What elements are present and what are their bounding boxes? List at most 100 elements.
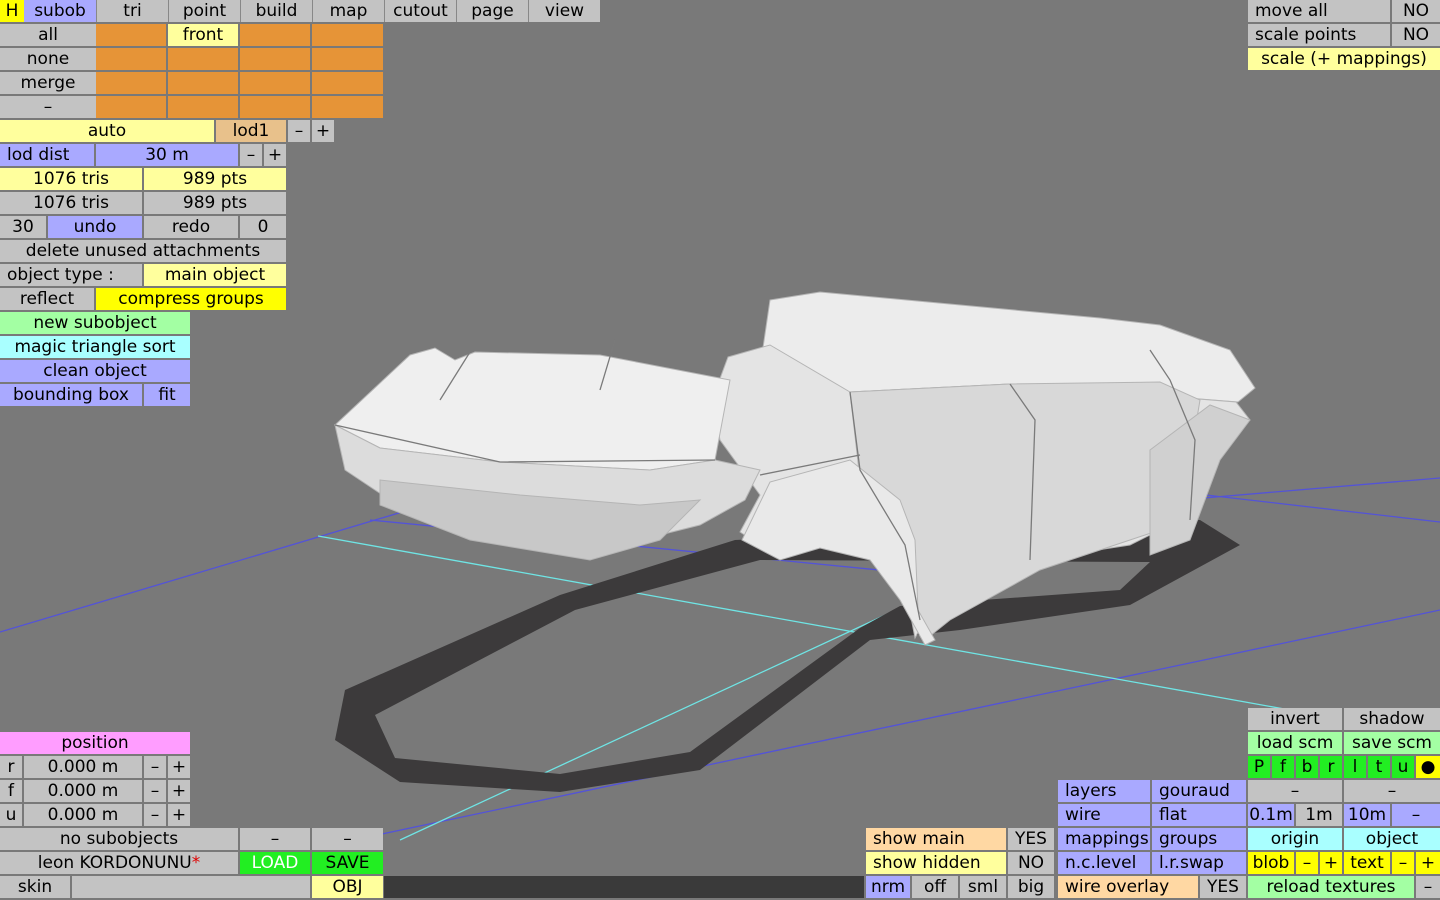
obj-button[interactable]: OBJ: [312, 876, 383, 898]
menu-cutout[interactable]: cutout: [384, 0, 456, 22]
delete-unused-attachments-button[interactable]: delete unused attachments: [0, 240, 286, 262]
subobject-slot[interactable]: [96, 24, 166, 46]
view-l-button[interactable]: l: [1344, 756, 1366, 778]
skin-field[interactable]: [72, 876, 310, 898]
position-f-plus[interactable]: +: [168, 780, 190, 802]
menu-build[interactable]: build: [240, 0, 312, 22]
subobject-slot-front[interactable]: front: [168, 24, 238, 46]
position-u-plus[interactable]: +: [168, 804, 190, 826]
reload-textures-button[interactable]: reload textures: [1248, 876, 1414, 898]
subobject-slot[interactable]: [240, 72, 310, 94]
position-u-value[interactable]: 0.000 m: [24, 804, 142, 826]
subobject-slot[interactable]: [168, 48, 238, 70]
layers-button[interactable]: layers: [1058, 780, 1150, 802]
position-f-minus[interactable]: –: [144, 780, 166, 802]
flat-button[interactable]: flat: [1152, 804, 1246, 826]
merge-button[interactable]: merge: [0, 72, 96, 94]
lod-dist-minus-button[interactable]: –: [240, 144, 262, 166]
save-button[interactable]: SAVE: [312, 852, 383, 874]
text-button[interactable]: text: [1344, 852, 1390, 874]
skin-button[interactable]: skin: [0, 876, 70, 898]
lod1-button[interactable]: lod1: [216, 120, 286, 142]
menu-page[interactable]: page: [456, 0, 528, 22]
wire-button[interactable]: wire: [1058, 804, 1150, 826]
view-b-button[interactable]: b: [1296, 756, 1318, 778]
view-r-button[interactable]: r: [1320, 756, 1342, 778]
grid-10m-button[interactable]: 10m: [1344, 804, 1390, 826]
subobject-dash-button-2[interactable]: –: [312, 828, 383, 850]
text-plus-button[interactable]: +: [1416, 852, 1440, 874]
select-all-button[interactable]: all: [0, 24, 96, 46]
subobject-slot[interactable]: [168, 72, 238, 94]
subobject-slot[interactable]: [240, 24, 310, 46]
gouraud-button[interactable]: gouraud: [1152, 780, 1246, 802]
view-f-button[interactable]: f: [1272, 756, 1294, 778]
menu-view[interactable]: view: [528, 0, 600, 22]
blob-button[interactable]: blob: [1248, 852, 1294, 874]
subobject-dash-button[interactable]: –: [240, 828, 310, 850]
lod-minus-button[interactable]: –: [288, 120, 310, 142]
subobject-slot[interactable]: [168, 96, 238, 118]
normals-off-button[interactable]: off: [912, 876, 958, 898]
subobject-slot[interactable]: [96, 48, 166, 70]
lod-plus-button[interactable]: +: [312, 120, 334, 142]
select-none-button[interactable]: none: [0, 48, 96, 70]
bounding-box-button[interactable]: bounding box: [0, 384, 142, 406]
load-button[interactable]: LOAD: [240, 852, 310, 874]
scale-mappings-button[interactable]: scale (+ mappings): [1248, 48, 1440, 70]
dash-button-left[interactable]: –: [1248, 780, 1342, 802]
groups-button[interactable]: groups: [1152, 828, 1246, 850]
show-hidden-toggle[interactable]: NO: [1008, 852, 1054, 874]
object-type-value[interactable]: main object: [144, 264, 286, 286]
view-t-button[interactable]: t: [1368, 756, 1390, 778]
grid-0-1m-button[interactable]: 0.1m: [1248, 804, 1294, 826]
view-dot-button[interactable]: ●: [1416, 756, 1440, 778]
menu-map[interactable]: map: [312, 0, 384, 22]
position-r-minus[interactable]: –: [144, 756, 166, 778]
save-scm-button[interactable]: save scm: [1344, 732, 1440, 754]
invert-button[interactable]: invert: [1248, 708, 1342, 730]
lod-auto-button[interactable]: auto: [0, 120, 214, 142]
menu-subob[interactable]: subob: [24, 0, 96, 22]
undo-button[interactable]: undo: [48, 216, 142, 238]
compress-groups-button[interactable]: compress groups: [96, 288, 286, 310]
position-r-value[interactable]: 0.000 m: [24, 756, 142, 778]
dash-button-right[interactable]: –: [1344, 780, 1440, 802]
menu-h[interactable]: H: [0, 0, 24, 22]
subobject-slot[interactable]: [96, 96, 166, 118]
view-u-button[interactable]: u: [1392, 756, 1414, 778]
nc-level-button[interactable]: n.c.level: [1058, 852, 1150, 874]
grid-1m-button[interactable]: 1m: [1296, 804, 1342, 826]
subobject-slot[interactable]: [312, 72, 383, 94]
menu-point[interactable]: point: [168, 0, 240, 22]
normals-big-button[interactable]: big: [1008, 876, 1054, 898]
clean-object-button[interactable]: clean object: [0, 360, 190, 382]
lr-swap-button[interactable]: l.r.swap: [1152, 852, 1246, 874]
blob-plus-button[interactable]: +: [1320, 852, 1342, 874]
lod-dist-plus-button[interactable]: +: [264, 144, 286, 166]
position-r-plus[interactable]: +: [168, 756, 190, 778]
subobject-slot[interactable]: [240, 96, 310, 118]
wire-overlay-toggle[interactable]: YES: [1200, 876, 1246, 898]
object-name[interactable]: leon KORDONUNU*: [0, 852, 238, 874]
normals-nrm-button[interactable]: nrm: [866, 876, 910, 898]
subobject-slot[interactable]: [312, 96, 383, 118]
scale-points-toggle[interactable]: NO: [1392, 24, 1440, 46]
reload-textures-dash-button[interactable]: –: [1416, 876, 1440, 898]
origin-button[interactable]: origin: [1248, 828, 1342, 850]
normals-sml-button[interactable]: sml: [960, 876, 1006, 898]
grid-minus-button[interactable]: –: [1392, 804, 1440, 826]
position-u-minus[interactable]: –: [144, 804, 166, 826]
fit-button[interactable]: fit: [144, 384, 190, 406]
load-scm-button[interactable]: load scm: [1248, 732, 1342, 754]
object-button[interactable]: object: [1344, 828, 1440, 850]
subobject-slot[interactable]: [240, 48, 310, 70]
redo-button[interactable]: redo: [144, 216, 238, 238]
lod-dist-value[interactable]: 30 m: [96, 144, 238, 166]
move-all-toggle[interactable]: NO: [1392, 0, 1440, 22]
subobject-slot[interactable]: [312, 24, 383, 46]
view-p-button[interactable]: P: [1248, 756, 1270, 778]
dash-button[interactable]: –: [0, 96, 96, 118]
menu-tri[interactable]: tri: [96, 0, 168, 22]
subobject-slot[interactable]: [312, 48, 383, 70]
